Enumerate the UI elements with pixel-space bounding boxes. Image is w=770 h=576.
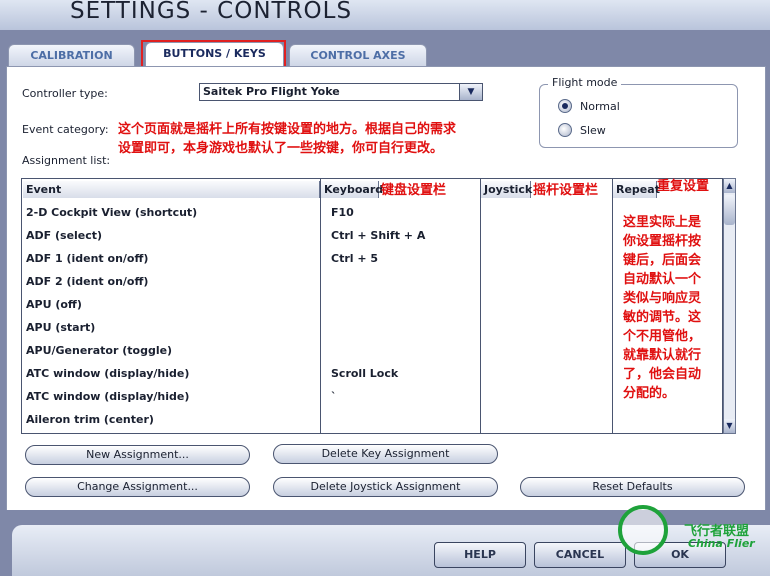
annotation-repeat-line: 自动默认一个 [623, 272, 702, 287]
row-event: APU (off) [26, 298, 82, 311]
tab-calibration[interactable]: CALIBRATION [8, 44, 135, 67]
window-title: SETTINGS - CONTROLS [70, 0, 353, 24]
annotation-repeat-note: 重复设置 [657, 179, 710, 194]
help-button[interactable]: HELP [434, 542, 526, 568]
row-event: APU (start) [26, 321, 96, 334]
controller-type-label: Controller type: [22, 87, 108, 100]
chevron-down-icon[interactable]: ▼ [459, 84, 482, 100]
watermark-logo-icon [618, 505, 668, 555]
radio-normal[interactable] [558, 99, 572, 113]
annotation-main-line1: 这个页面就是摇杆上所有按键设置的地方。根据自己的需求 [118, 122, 457, 137]
controller-type-select[interactable]: Saitek Pro Flight Yoke ▼ [199, 83, 483, 101]
row-event: Aileron trim (center) [26, 413, 154, 426]
scroll-up-icon[interactable]: ▲ [724, 179, 735, 193]
annotation-repeat-line: 你设置摇杆按 [623, 234, 702, 249]
column-header-event[interactable]: Event [23, 181, 320, 198]
row-keyboard: ` [331, 390, 337, 403]
event-category-label: Event category: [22, 123, 109, 136]
column-header-keyboard[interactable]: Keyboard [321, 181, 383, 198]
row-event: ADF 2 (ident on/off) [26, 275, 149, 288]
column-divider [480, 178, 481, 434]
row-event: ATC window (display/hide) [26, 367, 190, 380]
reset-defaults-button[interactable]: Reset Defaults [520, 477, 745, 497]
row-keyboard: F10 [331, 206, 354, 219]
annotation-repeat-line: 就靠默认就行 [623, 348, 702, 363]
new-assignment-button[interactable]: New Assignment... [25, 445, 250, 465]
tab-control-axes[interactable]: CONTROL AXES [289, 44, 427, 67]
scroll-down-icon[interactable]: ▼ [724, 419, 735, 433]
annotation-repeat-line: 类似与响应灵 [623, 291, 702, 306]
annotation-repeat-line: 分配的。 [623, 386, 676, 401]
annotation-repeat-line: 这里实际上是 [623, 215, 702, 230]
flight-mode-group [539, 84, 738, 148]
row-keyboard: Ctrl + Shift + A [331, 229, 426, 242]
row-event: ATC window (display/hide) [26, 390, 190, 403]
row-event: ADF 1 (ident on/off) [26, 252, 149, 265]
delete-joystick-assignment-button[interactable]: Delete Joystick Assignment [273, 477, 498, 497]
scroll-thumb[interactable] [724, 195, 735, 225]
title-bar: SETTINGS - CONTROLS [0, 0, 770, 30]
annotation-keyboard-note: 键盘设置栏 [381, 183, 447, 198]
delete-key-assignment-button[interactable]: Delete Key Assignment [273, 444, 498, 464]
table-scrollbar[interactable]: ▲ ▼ [723, 178, 736, 434]
annotation-main-line2: 设置即可，本身游戏也默认了一些按键，你可自行更改。 [118, 141, 444, 156]
annotation-joystick-note: 摇杆设置栏 [533, 183, 599, 198]
row-event: ADF (select) [26, 229, 103, 242]
controller-type-value: Saitek Pro Flight Yoke [203, 85, 340, 98]
annotation-repeat-line: 了，他会自动 [623, 367, 702, 382]
annotation-repeat-line: 敏的调节。这 [623, 310, 702, 325]
change-assignment-button[interactable]: Change Assignment... [25, 477, 250, 497]
column-divider [612, 178, 613, 434]
row-event: 2-D Cockpit View (shortcut) [26, 206, 198, 219]
annotation-repeat-line: 键后，后面会 [623, 253, 702, 268]
cancel-button[interactable]: CANCEL [534, 542, 626, 568]
column-header-joystick[interactable]: Joystick [481, 181, 532, 198]
radio-slew[interactable] [558, 123, 572, 137]
radio-normal-label[interactable]: Normal [580, 100, 620, 113]
column-header-repeat[interactable]: Repeat [613, 181, 660, 198]
row-keyboard: Scroll Lock [331, 367, 399, 380]
watermark-sub: China Flier [688, 537, 755, 550]
annotation-repeat-detail: 这里实际上是 你设置摇杆按 键后，后面会 自动默认一个 类似与响应灵 敏的调节。… [623, 213, 719, 403]
assignment-list-label: Assignment list: [22, 154, 111, 167]
row-keyboard: Ctrl + 5 [331, 252, 379, 265]
annotation-repeat-line: 个不用管他， [623, 329, 702, 344]
radio-slew-label[interactable]: Slew [580, 124, 606, 137]
row-event: APU/Generator (toggle) [26, 344, 173, 357]
column-divider [320, 178, 321, 434]
flight-mode-title: Flight mode [548, 76, 622, 89]
